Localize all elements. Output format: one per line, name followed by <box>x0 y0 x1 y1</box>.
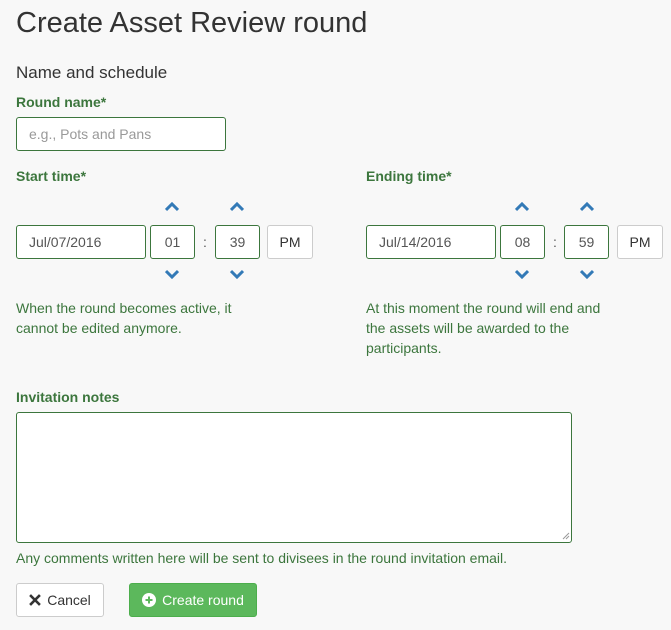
start-hour-decrement[interactable] <box>163 267 181 281</box>
start-date-input[interactable] <box>16 225 146 259</box>
end-time-label: Ending time* <box>366 168 452 184</box>
round-name-input[interactable] <box>16 117 226 151</box>
invitation-notes-label: Invitation notes <box>16 389 120 405</box>
end-hour-increment[interactable] <box>513 200 531 214</box>
start-time-label: Start time* <box>16 168 87 184</box>
end-hour-input[interactable] <box>500 225 545 259</box>
chevron-down-icon <box>230 269 244 279</box>
plus-circle-icon <box>142 593 157 607</box>
start-time-help: When the round becomes active, it cannot… <box>16 300 232 336</box>
create-round-button[interactable]: Create round <box>129 583 257 617</box>
chevron-down-icon <box>165 269 179 279</box>
chevron-down-icon <box>580 269 594 279</box>
start-minute-decrement[interactable] <box>228 267 246 281</box>
start-hour-input[interactable] <box>150 225 195 259</box>
chevron-up-icon <box>515 202 529 212</box>
cancel-button[interactable]: Cancel <box>16 583 104 617</box>
close-icon <box>29 594 42 606</box>
chevron-up-icon <box>580 202 594 212</box>
page-title: Create Asset Review round <box>16 7 368 39</box>
resize-grip-icon[interactable] <box>562 532 570 540</box>
round-name-label: Round name* <box>16 94 107 110</box>
invitation-notes-textarea[interactable] <box>16 412 572 543</box>
chevron-up-icon <box>230 202 244 212</box>
end-time-separator: : <box>553 234 557 250</box>
chevron-down-icon <box>515 269 529 279</box>
end-minute-decrement[interactable] <box>578 267 596 281</box>
end-minute-input[interactable] <box>564 225 609 259</box>
start-hour-increment[interactable] <box>163 200 181 214</box>
start-minute-input[interactable] <box>215 225 260 259</box>
start-minute-increment[interactable] <box>228 200 246 214</box>
chevron-up-icon <box>165 202 179 212</box>
create-round-button-label: Create round <box>162 592 244 608</box>
end-minute-increment[interactable] <box>578 200 596 214</box>
start-time-separator: : <box>203 234 207 250</box>
start-ampm-toggle[interactable]: PM <box>267 225 313 259</box>
end-ampm-toggle[interactable]: PM <box>617 225 663 259</box>
end-hour-decrement[interactable] <box>513 267 531 281</box>
end-time-help: At this moment the round will end and th… <box>366 300 601 356</box>
section-title: Name and schedule <box>16 63 168 82</box>
invitation-notes-help: Any comments written here will be sent t… <box>16 550 508 566</box>
end-date-input[interactable] <box>366 225 496 259</box>
cancel-button-label: Cancel <box>47 592 91 608</box>
